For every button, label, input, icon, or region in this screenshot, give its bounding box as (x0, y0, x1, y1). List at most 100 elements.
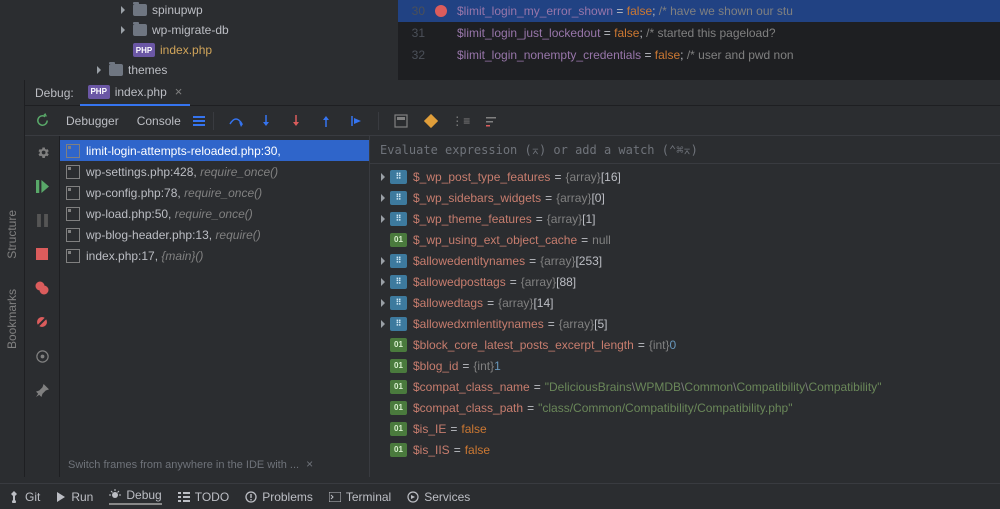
folder-icon (133, 4, 147, 16)
resume-icon[interactable] (32, 176, 52, 196)
variable-row[interactable]: ⠿$_wp_post_type_features = {array} [16] (370, 166, 1000, 187)
line-number: 31 (398, 26, 433, 40)
tree-label: index.php (160, 43, 212, 57)
tree-item[interactable]: PHP index.php (70, 40, 398, 60)
array-badge-icon: ⠿ (390, 170, 407, 184)
watch-input[interactable]: Evaluate expression (⌅) or add a watch (… (370, 136, 1000, 164)
variable-row[interactable]: ⠿$allowedxmlentitynames = {array} [5] (370, 313, 1000, 334)
variable-row[interactable]: ⠿$_wp_theme_features = {array} [1] (370, 208, 1000, 229)
list-icon[interactable]: ⋮≡ (451, 111, 471, 131)
variable-row[interactable]: ⠿$allowedtags = {array} [14] (370, 292, 1000, 313)
tree-item[interactable]: wp-migrate-db (70, 20, 398, 40)
tree-item[interactable]: spinupwp (70, 0, 398, 20)
left-sidebar: Structure Bookmarks (0, 80, 25, 477)
mute-breakpoints-icon[interactable] (32, 312, 52, 332)
step-over-icon[interactable] (226, 111, 246, 131)
chevron-right-icon[interactable] (376, 320, 390, 328)
chevron-right-icon[interactable] (376, 173, 390, 181)
code-line[interactable]: 32$limit_login_nonempty_credentials = fa… (398, 44, 1000, 66)
code-line[interactable]: 31$limit_login_just_lockedout = false; /… (398, 22, 1000, 44)
close-icon[interactable]: × (175, 84, 183, 99)
more-settings-icon[interactable] (32, 346, 52, 366)
debug-label: Debug: (35, 86, 74, 100)
force-step-into-icon[interactable] (286, 111, 306, 131)
code-line[interactable]: 30$limit_login_my_error_shown = false; /… (398, 0, 1000, 22)
debug-controls (25, 136, 60, 477)
git-tab[interactable]: Git (8, 490, 40, 504)
variable-row[interactable]: 01$compat_class_name = "DeliciousBrains\… (370, 376, 1000, 397)
frame-icon (66, 207, 80, 221)
variable-row[interactable]: 01$_wp_using_ext_object_cache = null (370, 229, 1000, 250)
array-badge-icon: ⠿ (390, 317, 407, 331)
variable-row[interactable]: ⠿$allowedentitynames = {array} [253] (370, 250, 1000, 271)
variable-row[interactable]: 01$compat_class_path = "class/Common/Com… (370, 397, 1000, 418)
scalar-badge-icon: 01 (390, 422, 407, 436)
evaluate-icon[interactable] (391, 111, 411, 131)
debug-file-tab[interactable]: PHP index.php × (80, 80, 191, 106)
stack-frame[interactable]: limit-login-attempts-reloaded.php:30, (60, 140, 369, 161)
line-number: 32 (398, 48, 433, 62)
stack-frame[interactable]: wp-load.php:50, require_once() (60, 203, 369, 224)
variable-row[interactable]: ⠿$allowedposttags = {array} [88] (370, 271, 1000, 292)
frame-icon (66, 228, 80, 242)
terminal-tab[interactable]: Terminal (329, 490, 391, 504)
scalar-badge-icon: 01 (390, 359, 407, 373)
chevron-right-icon[interactable] (376, 194, 390, 202)
services-tab[interactable]: Services (407, 490, 470, 504)
run-tab[interactable]: Run (56, 490, 93, 504)
chevron-right-icon (118, 25, 128, 35)
php-file-icon: PHP (88, 85, 110, 99)
stop-icon[interactable] (32, 244, 52, 264)
scalar-badge-icon: 01 (390, 443, 407, 457)
breakpoint-icon (435, 5, 447, 17)
chevron-right-icon[interactable] (376, 278, 390, 286)
tree-label: spinupwp (152, 3, 203, 17)
variable-row[interactable]: 01$is_IE = false (370, 418, 1000, 439)
array-badge-icon: ⠿ (390, 296, 407, 310)
pause-icon[interactable] (32, 210, 52, 230)
settings-icon[interactable] (32, 142, 52, 162)
stack-frame[interactable]: wp-blog-header.php:13, require() (60, 224, 369, 245)
variable-row[interactable]: 01$block_core_latest_posts_excerpt_lengt… (370, 334, 1000, 355)
stack-frame[interactable]: wp-settings.php:428, require_once() (60, 161, 369, 182)
tree-item[interactable]: themes (70, 60, 398, 80)
pin-icon[interactable] (32, 380, 52, 400)
variables-panel[interactable]: Evaluate expression (⌅) or add a watch (… (370, 136, 1000, 477)
run-to-cursor-icon[interactable] (346, 111, 366, 131)
console-tab[interactable]: Console (137, 114, 181, 128)
structure-tab[interactable]: Structure (5, 210, 19, 259)
variable-row[interactable]: ⠿$_wp_sidebars_widgets = {array} [0] (370, 187, 1000, 208)
variable-row[interactable]: 01$blog_id = {int} 1 (370, 355, 1000, 376)
threads-icon[interactable] (189, 111, 209, 131)
view-breakpoints-icon[interactable] (32, 278, 52, 298)
debug-toolbar: Debugger Console ⋮≡ (25, 106, 1000, 136)
chevron-right-icon[interactable] (376, 299, 390, 307)
scalar-badge-icon: 01 (390, 338, 407, 352)
problems-tab[interactable]: Problems (245, 490, 313, 504)
step-into-icon[interactable] (256, 111, 276, 131)
frame-icon (66, 249, 80, 263)
line-number: 30 (398, 4, 433, 18)
bookmarks-tab[interactable]: Bookmarks (5, 289, 19, 349)
debugger-tab[interactable]: Debugger (66, 114, 119, 128)
debug-tab[interactable]: Debug (109, 488, 161, 505)
bottom-toolbar: Git Run Debug TODO Problems Terminal Ser… (0, 483, 1000, 509)
stack-frame[interactable]: wp-config.php:78, require_once() (60, 182, 369, 203)
trace-icon[interactable] (421, 111, 441, 131)
step-out-icon[interactable] (316, 111, 336, 131)
tree-label: themes (128, 63, 167, 77)
scalar-badge-icon: 01 (390, 401, 407, 415)
project-tree[interactable]: spinupwp wp-migrate-db PHP index.php the… (0, 0, 398, 80)
chevron-right-icon[interactable] (376, 215, 390, 223)
sort-icon[interactable] (481, 111, 501, 131)
frame-icon (66, 165, 80, 179)
todo-tab[interactable]: TODO (178, 490, 229, 504)
gutter[interactable] (433, 5, 449, 17)
frame-icon (66, 186, 80, 200)
code-editor[interactable]: 30$limit_login_my_error_shown = false; /… (398, 0, 1000, 80)
frames-panel[interactable]: limit-login-attempts-reloaded.php:30,wp-… (60, 136, 370, 477)
rerun-icon[interactable] (33, 111, 52, 131)
stack-frame[interactable]: index.php:17, {main}() (60, 245, 369, 266)
variable-row[interactable]: 01$is_IIS = false (370, 439, 1000, 460)
chevron-right-icon[interactable] (376, 257, 390, 265)
